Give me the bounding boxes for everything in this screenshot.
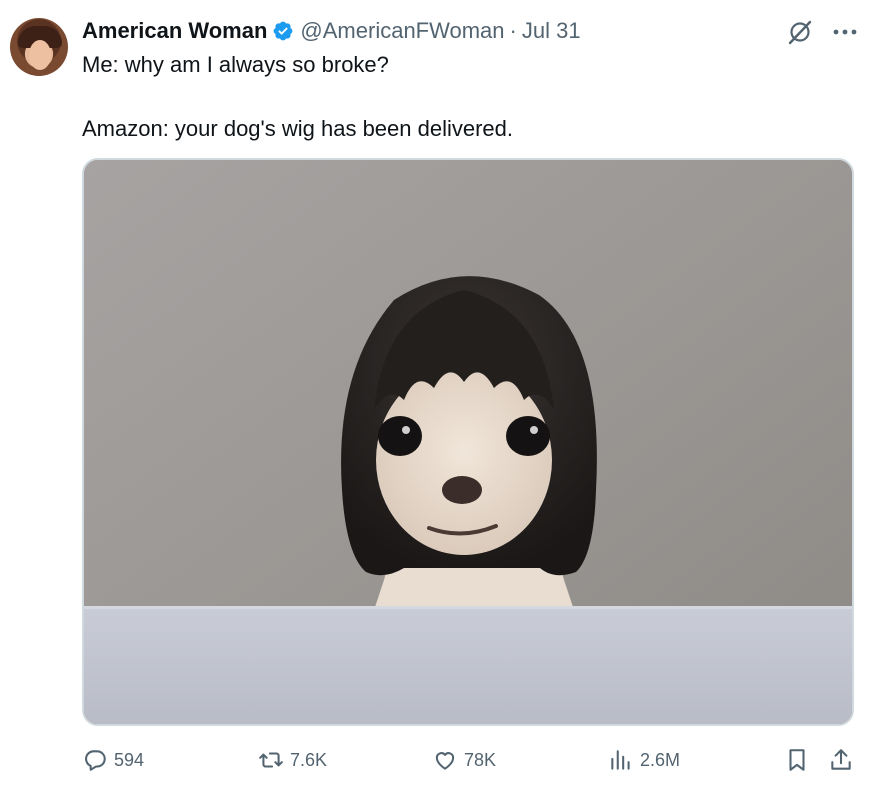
share-icon bbox=[831, 749, 851, 770]
share-button[interactable] bbox=[828, 742, 854, 778]
display-name[interactable]: American Woman bbox=[82, 18, 267, 44]
avatar[interactable] bbox=[10, 18, 68, 76]
verified-badge-icon bbox=[274, 21, 293, 41]
tweet-line-1: Me: why am I always so broke? bbox=[82, 52, 389, 77]
more-dots bbox=[833, 29, 857, 35]
like-button[interactable]: 78K bbox=[432, 742, 496, 778]
tweet-text: Me: why am I always so broke? Amazon: yo… bbox=[82, 50, 513, 144]
retweet-icon bbox=[259, 752, 283, 768]
more-icon[interactable] bbox=[830, 20, 860, 44]
tweet[interactable]: American Woman @AmericanFWoman · Jul 31 … bbox=[0, 0, 876, 792]
heart-icon bbox=[435, 752, 455, 770]
dog-in-wig-photo bbox=[84, 160, 852, 724]
bookmark-button[interactable] bbox=[784, 742, 810, 778]
tweet-header: American Woman @AmericanFWoman · Jul 31 bbox=[82, 16, 581, 46]
timestamp[interactable]: Jul 31 bbox=[522, 18, 581, 44]
views-count: 2.6M bbox=[640, 749, 681, 770]
tweet-image[interactable] bbox=[82, 158, 854, 726]
tweet-line-2: Amazon: your dog's wig has been delivere… bbox=[82, 116, 514, 141]
views-button[interactable]: 2.6M bbox=[608, 742, 680, 778]
reply-button[interactable]: 594 bbox=[82, 742, 144, 778]
views-icon bbox=[611, 750, 630, 770]
separator-dot: · bbox=[509, 18, 517, 43]
retweet-count: 7.6K bbox=[290, 749, 328, 770]
tweet-actions: 594 7.6K 78K 2.6M bbox=[0, 742, 876, 778]
grok-icon[interactable] bbox=[786, 18, 814, 46]
reply-icon bbox=[85, 750, 106, 771]
retweet-button[interactable]: 7.6K bbox=[258, 742, 327, 778]
handle[interactable]: @AmericanFWoman bbox=[300, 18, 504, 44]
bookmark-icon bbox=[789, 749, 805, 771]
reply-count: 594 bbox=[114, 749, 145, 770]
avatar-face bbox=[29, 40, 51, 70]
like-count: 78K bbox=[464, 749, 497, 770]
